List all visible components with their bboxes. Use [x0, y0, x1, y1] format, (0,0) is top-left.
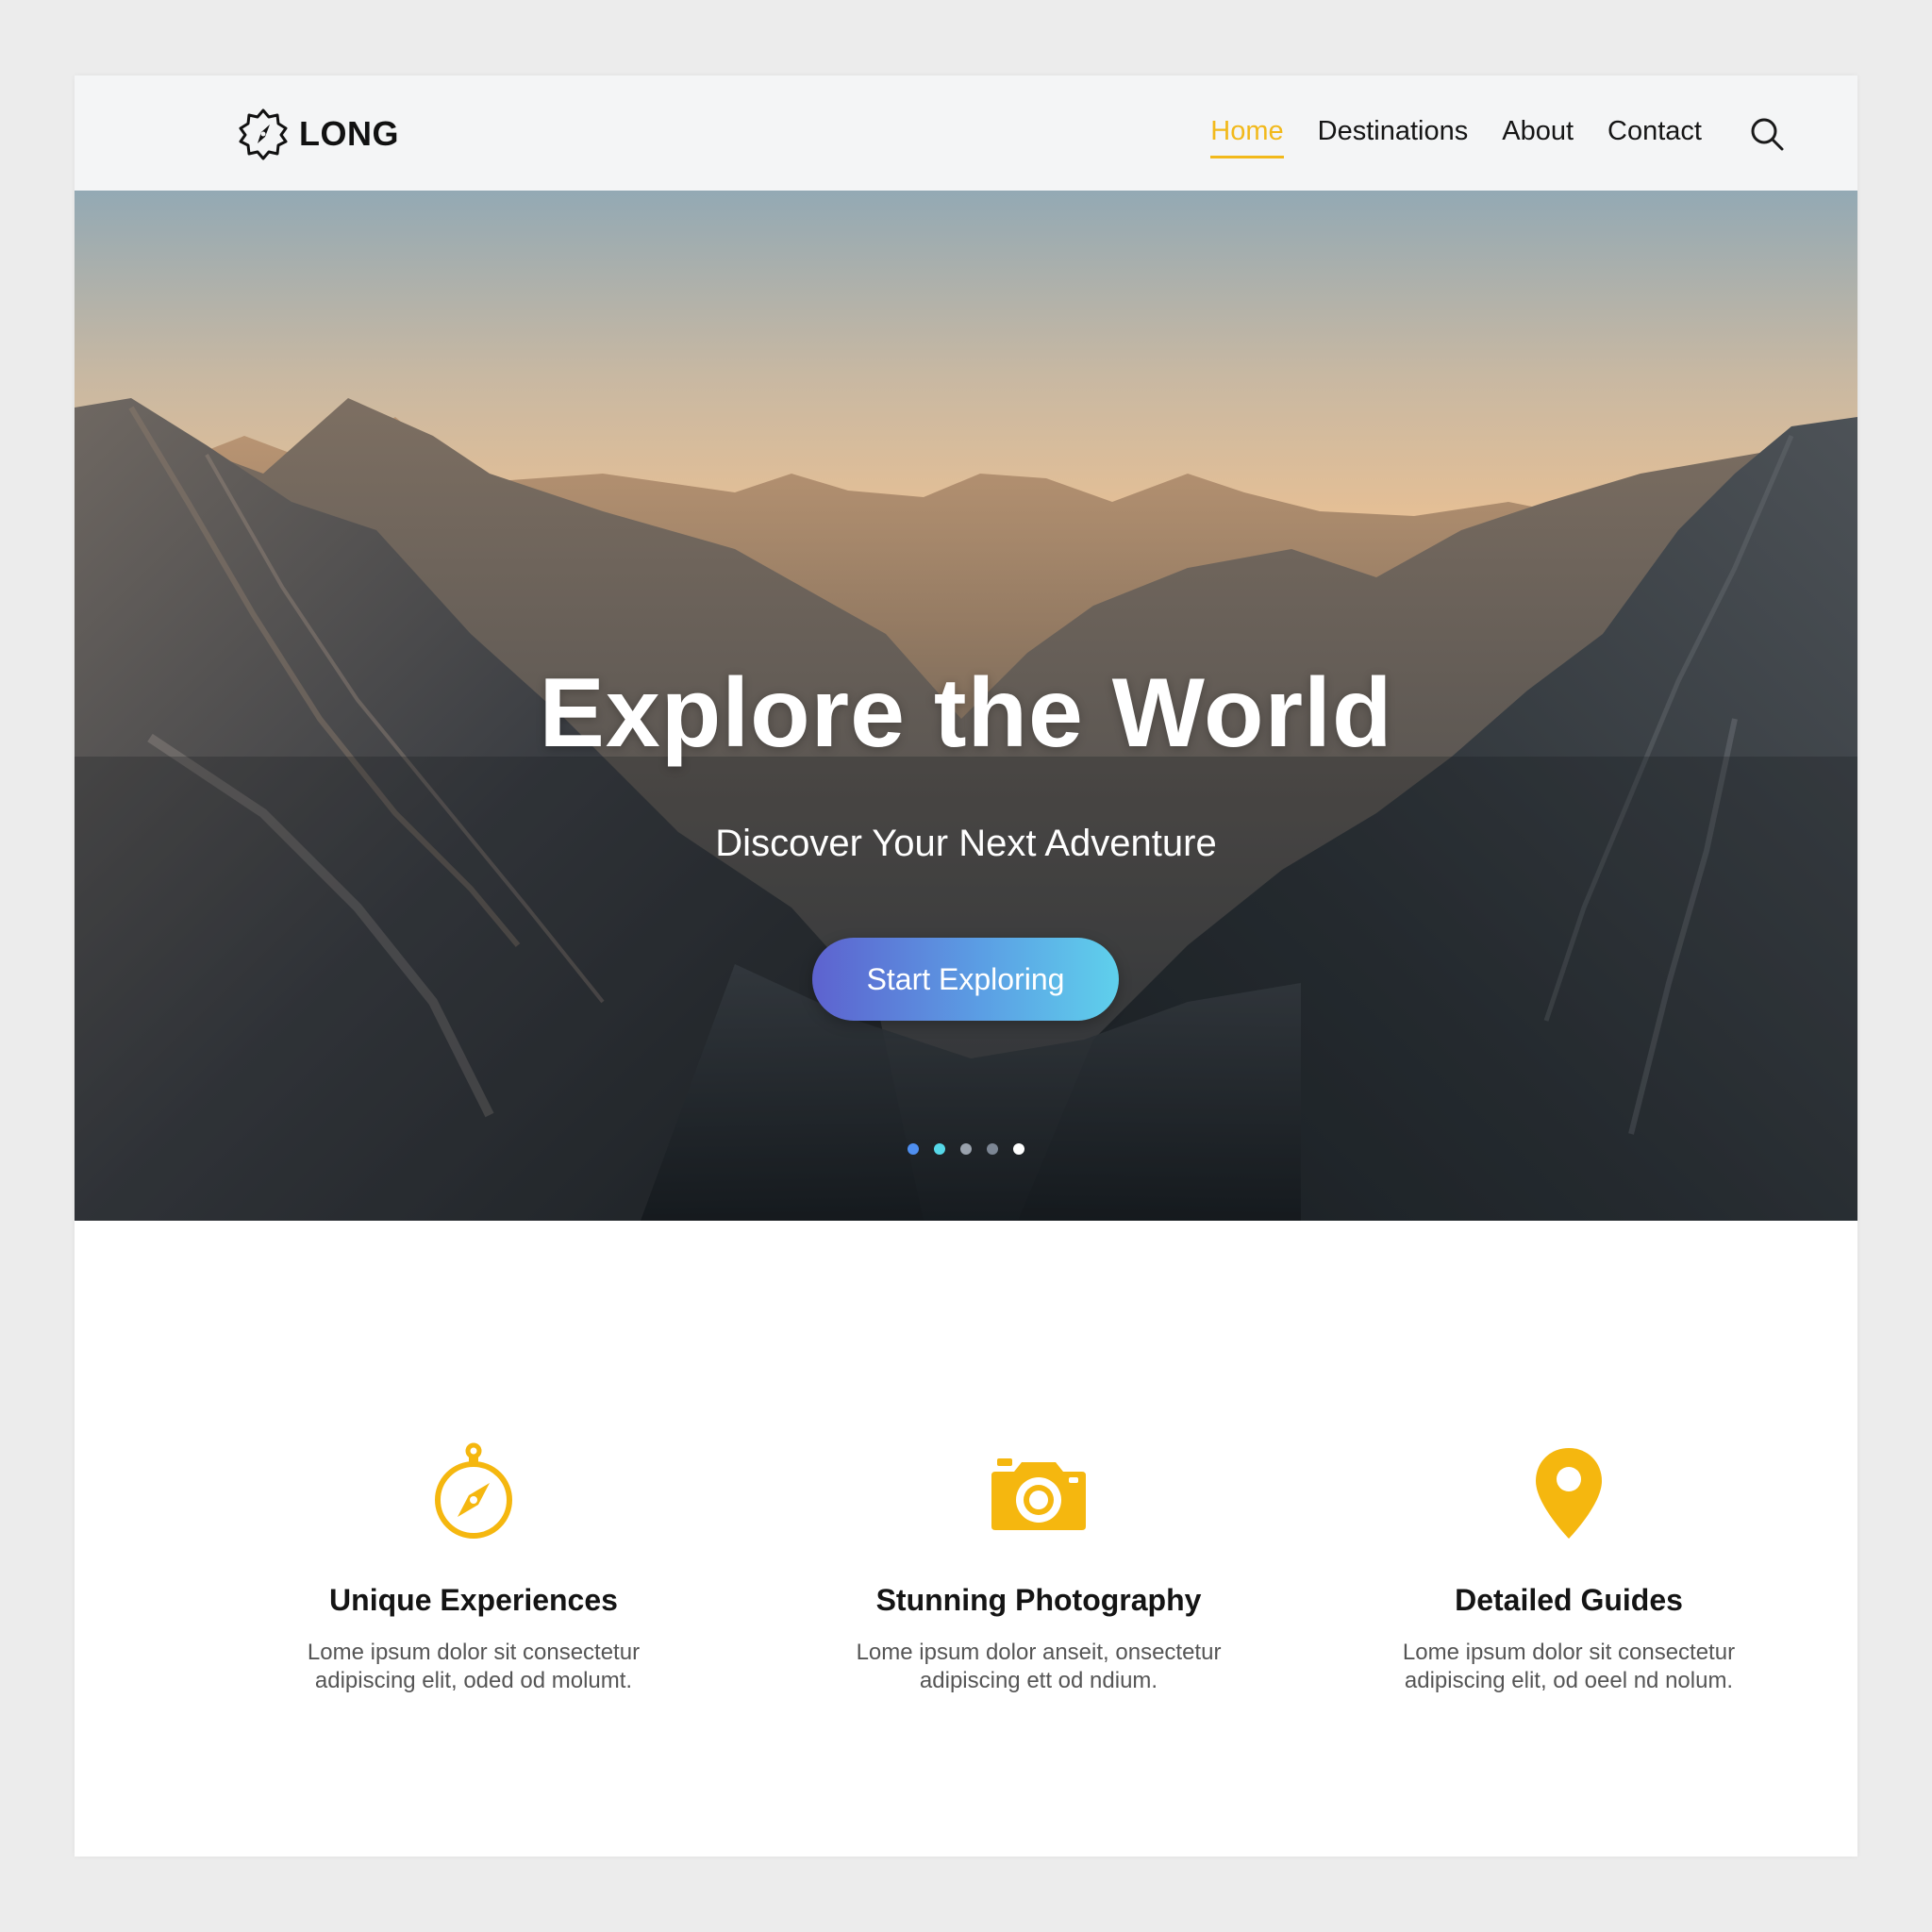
nav-item-about[interactable]: About	[1502, 116, 1574, 151]
brand-logo[interactable]: LONG	[237, 108, 399, 160]
compass-icon	[435, 1442, 512, 1539]
feature-title: Stunning Photography	[875, 1583, 1202, 1617]
nav-item-destinations[interactable]: Destinations	[1318, 116, 1469, 151]
brand-name: LONG	[299, 114, 399, 153]
carousel-dot-2[interactable]	[934, 1143, 945, 1155]
feature-description: Lome ipsum dolor sit consectetur adipisc…	[1402, 1640, 1736, 1693]
feature-card-stunning-photography: Stunning Photography Lome ipsum dolor an…	[822, 1441, 1256, 1695]
carousel-dot-3[interactable]	[960, 1143, 972, 1155]
feature-card-unique-experiences: Unique Experiences Lome ipsum dolor sit …	[257, 1441, 691, 1695]
hero-subtitle: Discover Your Next Adventure	[715, 823, 1217, 864]
feature-description: Lome ipsum dolor anseit, onsectetur adip…	[856, 1640, 1222, 1693]
feature-description: Lome ipsum dolor sit consectetur adipisc…	[307, 1640, 641, 1693]
carousel-dot-5[interactable]	[1013, 1143, 1024, 1155]
compass-badge-icon	[237, 108, 290, 160]
feature-title: Detailed Guides	[1455, 1583, 1683, 1617]
site-header: LONG Home Destinations About Contact	[75, 75, 1857, 191]
feature-title: Unique Experiences	[329, 1583, 618, 1617]
page: LONG Home Destinations About Contact Exp…	[75, 75, 1857, 1857]
carousel-dot-4[interactable]	[987, 1143, 998, 1155]
carousel-dots	[75, 1143, 1857, 1155]
hero-title: Explore the World	[539, 658, 1393, 768]
search-button[interactable]	[1748, 115, 1786, 153]
features-section: Unique Experiences Lome ipsum dolor sit …	[75, 1221, 1857, 1857]
search-icon	[1751, 118, 1784, 151]
map-pin-icon	[1536, 1448, 1602, 1539]
carousel-dot-1[interactable]	[908, 1143, 919, 1155]
nav-item-contact[interactable]: Contact	[1607, 116, 1702, 151]
start-exploring-button[interactable]: Start Exploring	[812, 938, 1119, 1021]
hero-banner: Explore the World Discover Your Next Adv…	[75, 191, 1857, 1221]
nav-item-home[interactable]: Home	[1210, 116, 1285, 158]
main-nav: Home Destinations About Contact	[1210, 75, 1702, 191]
feature-card-detailed-guides: Detailed Guides Lome ipsum dolor sit con…	[1352, 1441, 1786, 1695]
camera-icon	[991, 1458, 1086, 1530]
